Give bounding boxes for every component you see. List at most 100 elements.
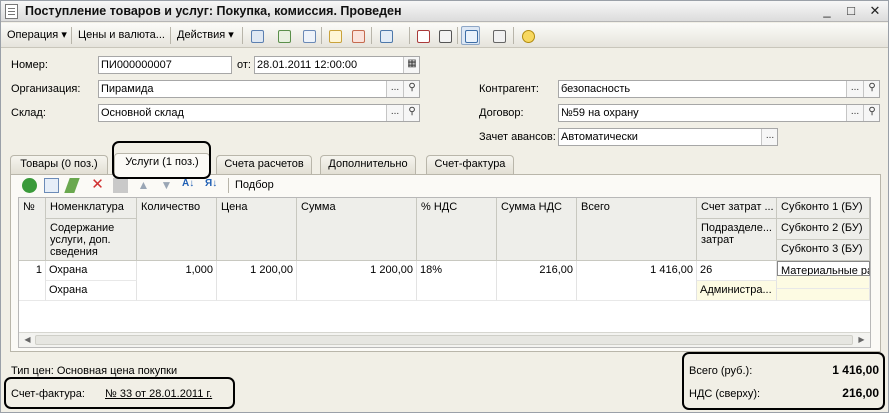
minimize-button[interactable]: _ bbox=[819, 4, 835, 19]
delete-row-icon[interactable]: ✕ bbox=[90, 177, 105, 193]
col-header-num[interactable]: № bbox=[19, 198, 46, 261]
horizontal-scrollbar[interactable]: ◀ ▶ bbox=[19, 332, 870, 347]
totals-highlight bbox=[682, 352, 885, 410]
col-header-content[interactable]: Содержание услуги, доп. сведения bbox=[46, 219, 137, 261]
toolbar-separator bbox=[228, 178, 229, 193]
toolbar-separator bbox=[71, 27, 72, 44]
select-button[interactable]: ... bbox=[846, 81, 863, 97]
cell-vat-rate[interactable]: 18% bbox=[417, 261, 497, 301]
search-icon[interactable]: ⚲ bbox=[403, 105, 419, 121]
selection-button[interactable]: Подбор bbox=[235, 179, 274, 191]
toolbar-separator bbox=[170, 27, 171, 44]
add-icon[interactable] bbox=[299, 26, 318, 45]
title-bar: Поступление товаров и услуг: Покупка, ко… bbox=[1, 1, 888, 22]
tab-invoice[interactable]: Счет-фактура bbox=[426, 155, 514, 174]
col-header-cost-account[interactable]: Счет затрат ... bbox=[697, 198, 777, 219]
contract-value: №59 на охрану bbox=[561, 107, 639, 119]
cell-subconto2[interactable] bbox=[777, 276, 870, 289]
help-icon[interactable] bbox=[518, 26, 537, 45]
move-up-icon[interactable]: ▲ bbox=[136, 178, 151, 193]
date-value: 28.01.2011 12:00:00 bbox=[257, 59, 358, 71]
cell-price[interactable]: 1 200,00 bbox=[217, 261, 297, 301]
select-button[interactable]: ... bbox=[386, 81, 403, 97]
select-button[interactable]: ... bbox=[761, 129, 777, 145]
tab-settlement-accounts[interactable]: Счета расчетов bbox=[216, 155, 312, 174]
unpost-icon[interactable] bbox=[348, 26, 367, 45]
toolbar-separator bbox=[242, 27, 243, 44]
journal-icon[interactable] bbox=[435, 26, 454, 45]
scroll-thumb[interactable] bbox=[35, 335, 853, 345]
cell-sum[interactable]: 1 200,00 bbox=[297, 261, 417, 301]
warehouse-field[interactable]: Основной склад ... ⚲ bbox=[98, 104, 420, 122]
cell-vat-sum[interactable]: 216,00 bbox=[497, 261, 577, 301]
search-icon[interactable]: ⚲ bbox=[863, 81, 879, 97]
cell-quantity[interactable]: 1,000 bbox=[137, 261, 217, 301]
cell-cost-account[interactable]: 26 bbox=[697, 261, 777, 281]
col-header-nomenclature[interactable]: Номенклатура bbox=[46, 198, 137, 219]
col-header-sum[interactable]: Сумма bbox=[297, 198, 417, 261]
edit-row-icon[interactable] bbox=[64, 178, 80, 193]
new-document-icon[interactable] bbox=[247, 26, 266, 45]
tab-goods[interactable]: Товары (0 поз.) bbox=[10, 155, 108, 174]
actions-menu[interactable]: Действия ▾ bbox=[177, 27, 234, 44]
invoice-highlight bbox=[4, 377, 235, 409]
operation-menu[interactable]: Операция ▾ bbox=[7, 27, 67, 44]
tab-additional[interactable]: Дополнительно bbox=[320, 155, 416, 174]
scroll-right-icon[interactable]: ▶ bbox=[854, 334, 869, 346]
advance-field[interactable]: Автоматически ... bbox=[558, 128, 778, 146]
cell-num[interactable]: 1 bbox=[19, 261, 46, 301]
search-icon[interactable]: ⚲ bbox=[863, 105, 879, 121]
select-button[interactable]: ... bbox=[846, 105, 863, 121]
list-icon[interactable] bbox=[489, 26, 508, 45]
col-header-subconto2[interactable]: Субконто 2 (БУ) bbox=[777, 219, 870, 240]
col-header-quantity[interactable]: Количество bbox=[137, 198, 217, 261]
contract-field[interactable]: №59 на охрану ... ⚲ bbox=[558, 104, 880, 122]
col-header-price[interactable]: Цена bbox=[217, 198, 297, 261]
dt-kt-icon[interactable] bbox=[413, 26, 432, 45]
structure-icon[interactable] bbox=[461, 26, 480, 45]
date-field[interactable]: 28.01.2011 12:00:00 ▦ bbox=[254, 56, 420, 74]
copy-icon[interactable] bbox=[274, 26, 293, 45]
col-header-cost-division[interactable]: Подразделе... затрат bbox=[697, 219, 777, 261]
scroll-left-icon[interactable]: ◀ bbox=[20, 334, 35, 346]
number-field[interactable]: ПИ000000007 bbox=[98, 56, 232, 74]
warehouse-label: Склад: bbox=[11, 107, 46, 119]
toolbar-separator bbox=[409, 27, 410, 44]
col-header-subconto3[interactable]: Субконто 3 (БУ) bbox=[777, 240, 870, 261]
cell-cost-division[interactable]: Администра... bbox=[697, 281, 777, 301]
col-header-vat-rate[interactable]: % НДС bbox=[417, 198, 497, 261]
window-title: Поступление товаров и услуг: Покупка, ко… bbox=[25, 4, 402, 18]
col-header-vat-sum[interactable]: Сумма НДС bbox=[497, 198, 577, 261]
close-button[interactable]: ✕ bbox=[867, 4, 883, 19]
cell-nomenclature[interactable]: Охрана bbox=[46, 261, 137, 281]
price-type-label: Тип цен: Основная цена покупки bbox=[11, 365, 178, 377]
col-header-subconto1[interactable]: Субконто 1 (БУ) bbox=[777, 198, 870, 219]
document-window: Поступление товаров и услуг: Покупка, ко… bbox=[0, 0, 889, 413]
cell-content[interactable]: Охрана bbox=[46, 281, 137, 301]
warehouse-value: Основной склад bbox=[101, 107, 184, 119]
cell-total[interactable]: 1 416,00 bbox=[577, 261, 697, 301]
counterparty-label: Контрагент: bbox=[479, 83, 539, 95]
move-down-icon[interactable]: ▼ bbox=[159, 178, 174, 193]
select-button[interactable]: ... bbox=[386, 105, 403, 121]
add-row-icon[interactable] bbox=[22, 178, 37, 193]
sort-asc-icon[interactable]: A↓ bbox=[182, 178, 197, 193]
counterparty-field[interactable]: безопасность ... ⚲ bbox=[558, 80, 880, 98]
cell-subconto1[interactable]: Материальные расход bbox=[777, 261, 870, 276]
contract-label: Договор: bbox=[479, 107, 524, 119]
end-edit-icon[interactable] bbox=[113, 178, 128, 193]
search-icon[interactable]: ⚲ bbox=[403, 81, 419, 97]
sort-desc-icon[interactable]: Я↓ bbox=[205, 178, 220, 193]
main-toolbar: Операция ▾ Цены и валюта... Действия ▾ bbox=[1, 23, 888, 48]
cell-subconto3[interactable] bbox=[777, 289, 870, 301]
copy-row-icon[interactable] bbox=[44, 178, 59, 193]
organization-field[interactable]: Пирамида ... ⚲ bbox=[98, 80, 420, 98]
prices-currency-button[interactable]: Цены и валюта... bbox=[78, 27, 165, 44]
col-header-total[interactable]: Всего bbox=[577, 198, 697, 261]
document-icon bbox=[5, 4, 18, 19]
post-icon[interactable] bbox=[325, 26, 344, 45]
calendar-icon[interactable]: ▦ bbox=[403, 57, 419, 73]
maximize-button[interactable]: □ bbox=[843, 4, 859, 19]
date-label: от: bbox=[237, 59, 251, 71]
go-to-icon[interactable] bbox=[376, 26, 395, 45]
